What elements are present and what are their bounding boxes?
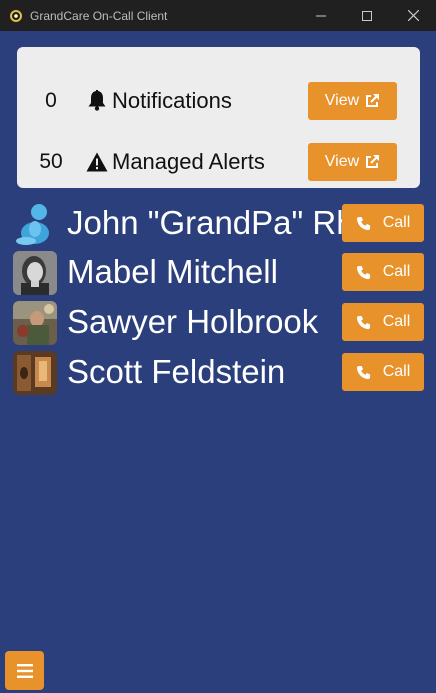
- view-button-label: View: [324, 153, 360, 170]
- external-link-icon: [366, 155, 380, 168]
- call-button[interactable]: Call: [342, 353, 424, 391]
- contact-item: Mabel Mitchell Call: [13, 251, 436, 295]
- contact-item: Sawyer Holbrook Call: [13, 301, 436, 345]
- minimize-button[interactable]: [298, 0, 344, 31]
- phone-icon: [356, 216, 370, 230]
- phone-icon: [356, 365, 370, 379]
- call-button[interactable]: Call: [342, 253, 424, 291]
- phone-icon: [356, 265, 370, 279]
- window-title: GrandCare On-Call Client: [30, 8, 168, 23]
- contact-name: John "GrandPa" Rhodes: [67, 204, 347, 241]
- contact-name: Mabel Mitchell: [67, 253, 278, 290]
- title-bar: GrandCare On-Call Client: [0, 0, 436, 31]
- view-notifications-button[interactable]: View: [308, 82, 397, 120]
- photo-avatar: [13, 251, 57, 295]
- summary-panel: 0 Notifications View 50 Managed Alerts V…: [17, 47, 420, 188]
- close-button[interactable]: [390, 0, 436, 31]
- photo-avatar: [13, 301, 57, 345]
- contact-name: Sawyer Holbrook: [67, 303, 319, 340]
- app-icon: [8, 8, 24, 24]
- call-button[interactable]: Call: [342, 204, 424, 242]
- bell-icon: [85, 89, 109, 113]
- view-managed-alerts-button[interactable]: View: [308, 143, 397, 181]
- view-button-label: View: [324, 92, 360, 109]
- contact-item: John "GrandPa" Rhodes Call: [13, 202, 436, 246]
- main-content: 0 Notifications View 50 Managed Alerts V…: [1, 31, 435, 692]
- warning-icon: [85, 150, 109, 174]
- call-button-label: Call: [382, 313, 411, 330]
- notifications-row: 0 Notifications View: [17, 81, 420, 121]
- hamburger-menu-icon: [16, 663, 33, 678]
- managed-alerts-count: 50: [39, 150, 63, 173]
- call-button-label: Call: [382, 214, 411, 231]
- contact-name: Scott Feldstein: [67, 353, 286, 390]
- call-button-label: Call: [382, 363, 411, 380]
- phone-icon: [356, 315, 370, 329]
- default-person-avatar: [13, 202, 57, 246]
- notifications-count: 0: [45, 89, 57, 112]
- external-link-icon: [366, 94, 380, 107]
- photo-avatar: [13, 351, 57, 395]
- menu-button[interactable]: [5, 651, 44, 690]
- contact-item: Scott Feldstein Call: [13, 351, 436, 395]
- managed-alerts-row: 50 Managed Alerts View: [17, 142, 420, 182]
- call-button[interactable]: Call: [342, 303, 424, 341]
- call-button-label: Call: [382, 263, 411, 280]
- maximize-button[interactable]: [344, 0, 390, 31]
